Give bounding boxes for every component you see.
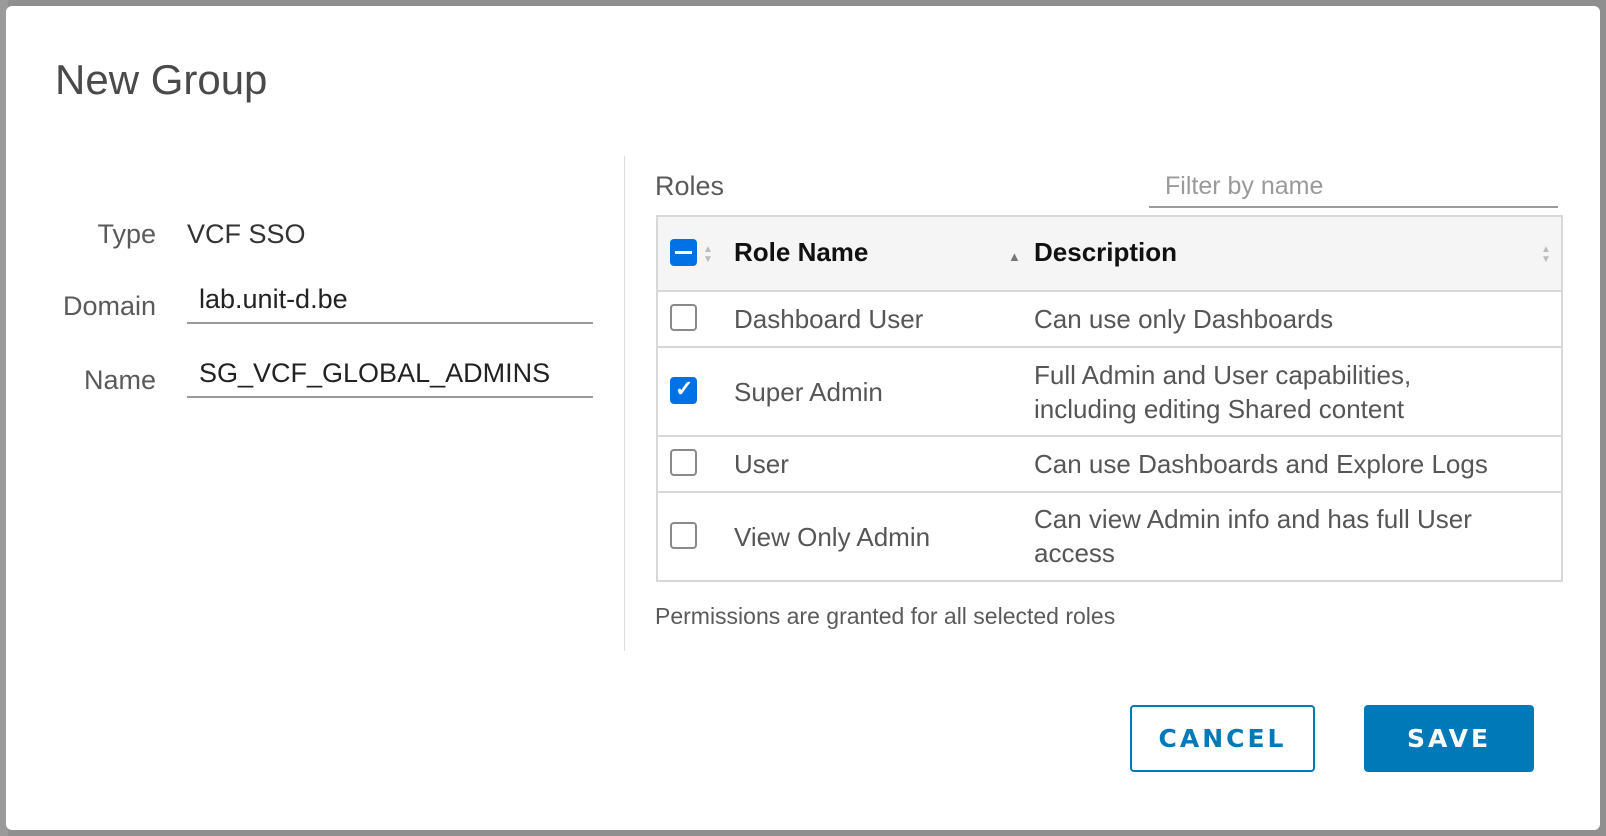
- domain-field[interactable]: lab.unit-d.be: [187, 282, 593, 324]
- table-row[interactable]: Dashboard User Can use only Dashboards: [658, 292, 1561, 348]
- role-description: Full Admin and User capabilities, includ…: [1034, 360, 1412, 424]
- minus-icon: [675, 251, 692, 254]
- type-value: VCF SSO: [187, 219, 306, 249]
- new-group-dialog: New Group Type VCF SSO Domain lab.unit-d…: [6, 6, 1600, 830]
- dialog-title: New Group: [55, 56, 268, 103]
- row-checkbox[interactable]: [670, 522, 697, 549]
- checkmark-icon: ✓: [675, 376, 694, 401]
- name-field[interactable]: SG_VCF_GLOBAL_ADMINS: [187, 356, 593, 398]
- sort-icon[interactable]: ▲ ▼: [1541, 245, 1551, 265]
- column-header-role-name[interactable]: Role Name: [734, 237, 868, 268]
- roles-label: Roles: [655, 171, 725, 201]
- sort-icon[interactable]: ▲ ▼: [703, 245, 713, 265]
- column-divider: [624, 156, 625, 651]
- permissions-note: Permissions are granted for all selected…: [655, 603, 1116, 629]
- select-all-checkbox[interactable]: [670, 239, 697, 266]
- domain-label: Domain: [62, 291, 156, 321]
- role-name: Super Admin: [734, 377, 883, 407]
- role-name: View Only Admin: [734, 522, 931, 552]
- row-checkbox[interactable]: ✓: [670, 376, 697, 404]
- cancel-button[interactable]: CANCEL: [1130, 705, 1315, 772]
- row-checkbox[interactable]: [670, 304, 697, 331]
- type-label: Type: [97, 219, 156, 249]
- sort-ascending-icon[interactable]: ▲: [1008, 249, 1021, 264]
- table-row[interactable]: User Can use Dashboards and Explore Logs: [658, 437, 1561, 493]
- table-row[interactable]: ✓ Super Admin Full Admin and User capabi…: [658, 348, 1561, 437]
- table-row[interactable]: View Only Admin Can view Admin info and …: [658, 493, 1561, 580]
- role-description: Can view Admin info and has full User ac…: [1034, 504, 1472, 568]
- role-name: User: [734, 449, 789, 479]
- row-checkbox[interactable]: [670, 449, 697, 476]
- table-header: ▲ ▼ Role Name ▲ Description ▲ ▼: [658, 217, 1561, 292]
- roles-table: ▲ ▼ Role Name ▲ Description ▲ ▼ Dashboard …: [656, 215, 1563, 582]
- role-name: Dashboard User: [734, 304, 924, 334]
- role-description: Can use only Dashboards: [1034, 304, 1334, 334]
- role-description: Can use Dashboards and Explore Logs: [1034, 449, 1488, 479]
- column-header-description[interactable]: Description: [1034, 237, 1177, 268]
- name-label: Name: [83, 365, 156, 395]
- filter-input[interactable]: [1149, 166, 1558, 208]
- save-button[interactable]: SAVE: [1364, 705, 1534, 772]
